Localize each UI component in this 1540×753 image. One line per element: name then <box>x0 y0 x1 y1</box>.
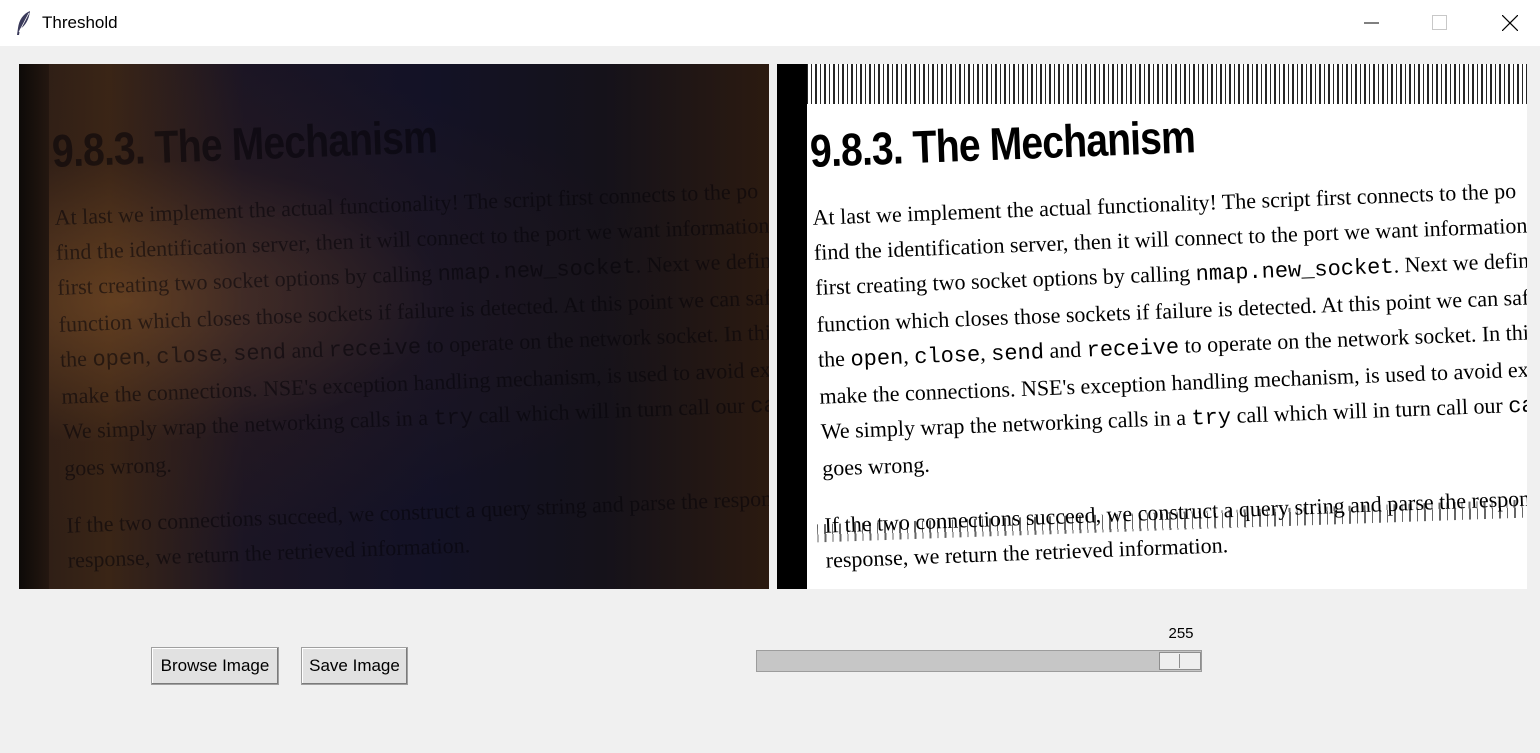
original-image: 9.8.3. The Mechanism At last we implemen… <box>19 64 769 589</box>
document-heading: 9.8.3. The Mechanism <box>809 110 1196 177</box>
document-text-run: open <box>92 345 146 373</box>
maximize-button[interactable] <box>1407 0 1473 46</box>
minimize-button[interactable] <box>1339 0 1405 46</box>
document-lines: At last we implement the actual function… <box>54 171 769 578</box>
document-text-run: goes wrong. <box>821 451 931 481</box>
document-text-run: receive <box>328 334 422 364</box>
document-text-run: receive <box>1086 334 1180 364</box>
browse-image-button[interactable]: Browse Image <box>151 647 279 685</box>
document-text-run: call which will in turn call our <box>1230 392 1509 429</box>
document-text-run: . Next we define a <box>635 247 769 278</box>
document-text-run: and <box>1043 336 1088 364</box>
document-text-run: catc <box>1507 392 1527 420</box>
threshold-document-text: 9.8.3. The Mechanism At last we implemen… <box>809 95 1527 578</box>
title-bar[interactable]: Threshold <box>0 0 1540 46</box>
book-spine <box>19 64 49 589</box>
original-document-text: 9.8.3. The Mechanism At last we implemen… <box>51 95 769 578</box>
document-text-run: try <box>433 405 474 432</box>
close-icon <box>1502 15 1518 31</box>
book-spine <box>777 64 807 589</box>
document-heading: 9.8.3. The Mechanism <box>51 110 438 177</box>
document-text-run: close <box>155 342 223 371</box>
window-title: Threshold <box>42 13 118 32</box>
close-button[interactable] <box>1477 0 1540 46</box>
document-text-run: nmap.new_socket <box>437 254 637 288</box>
maximize-icon <box>1432 15 1447 30</box>
document-text-run: send <box>990 340 1045 368</box>
save-image-button[interactable]: Save Image <box>301 647 408 685</box>
document-text-run: catc <box>749 392 769 420</box>
document-text-run: . Next we define a <box>1393 247 1527 278</box>
document-text-run: close <box>913 342 981 371</box>
threshold-scale[interactable] <box>756 650 1202 672</box>
document-lines: At last we implement the actual function… <box>812 171 1527 578</box>
document-text-run: send <box>232 340 287 368</box>
document-text-run: the <box>817 345 851 372</box>
document-text-run: the <box>59 345 93 372</box>
document-text-run: nmap.new_socket <box>1195 254 1395 288</box>
slider-grip <box>1179 654 1180 668</box>
threshold-image: 9.8.3. The Mechanism At last we implemen… <box>777 64 1527 589</box>
document-text-run: and <box>285 336 330 364</box>
document-text-run: open <box>850 345 904 373</box>
minimize-icon <box>1364 22 1379 24</box>
app-window: Threshold 9.8.3. The Mechanism At last w… <box>0 0 1540 753</box>
document-text-run: try <box>1191 405 1232 432</box>
threshold-noise <box>797 64 1527 104</box>
threshold-value-label: 255 <box>1168 625 1194 642</box>
document-text-run: goes wrong. <box>63 451 173 481</box>
feather-icon <box>14 10 34 36</box>
threshold-slider-handle[interactable] <box>1159 652 1201 670</box>
document-text-run: call which will in turn call our <box>472 392 751 429</box>
